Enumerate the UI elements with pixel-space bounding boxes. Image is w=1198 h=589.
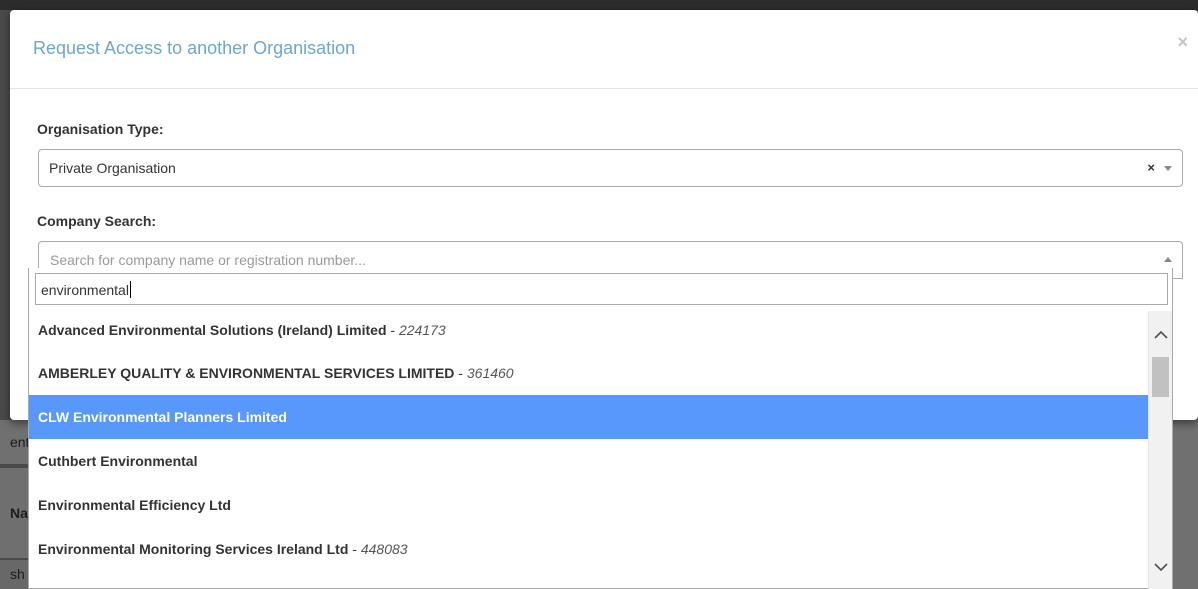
search-result-item[interactable]: Cuthbert Environmental: [29, 439, 1150, 483]
modal-title: Request Access to another Organisation: [33, 38, 356, 58]
search-result-item[interactable]: Environmental Efficiency Ltd: [29, 483, 1150, 527]
organisation-type-value: Private Organisation: [49, 160, 176, 176]
scroll-down-icon[interactable]: [1149, 559, 1172, 581]
text-cursor: [129, 281, 131, 298]
company-name: Environmental Efficiency Ltd: [38, 497, 231, 513]
company-search-placeholder: Search for company name or registration …: [50, 252, 366, 268]
company-search-label: Company Search:: [37, 213, 157, 229]
modal-header: Request Access to another Organisation ×: [10, 10, 1198, 89]
organisation-type-label: Organisation Type:: [37, 121, 164, 137]
result-separator: -: [454, 365, 467, 381]
search-result-item[interactable]: Environmental Monitoring Services Irelan…: [29, 527, 1150, 571]
company-name: Cuthbert Environmental: [38, 453, 198, 469]
background-top-bar: [0, 0, 1198, 10]
search-result-item[interactable]: CLW Environmental Planners Limited: [29, 395, 1150, 439]
result-separator: -: [386, 322, 399, 338]
registration-number: 361460: [466, 365, 514, 381]
clear-icon[interactable]: ×: [1147, 160, 1155, 175]
result-separator: -: [348, 541, 361, 557]
company-name: Environmental Monitoring Services Irelan…: [38, 541, 349, 557]
scrollbar-thumb[interactable]: [1152, 357, 1169, 397]
results-scrollbar[interactable]: [1148, 311, 1172, 589]
company-name: AMBERLEY QUALITY & ENVIRONMENTAL SERVICE…: [38, 365, 455, 381]
registration-number: 448083: [360, 541, 408, 557]
company-search-input[interactable]: environmental: [35, 273, 1168, 305]
chevron-up-icon[interactable]: [1164, 257, 1172, 262]
search-result-item[interactable]: Advanced Environmental Solutions (Irelan…: [29, 311, 1150, 351]
search-results-list: Advanced Environmental Solutions (Irelan…: [29, 311, 1150, 589]
company-search-dropdown: environmental Advanced Environmental Sol…: [28, 268, 1173, 589]
chevron-down-icon[interactable]: [1164, 166, 1172, 171]
search-result-item[interactable]: AMBERLEY QUALITY & ENVIRONMENTAL SERVICE…: [29, 351, 1150, 395]
search-query-text: environmental: [41, 282, 129, 298]
organisation-type-select[interactable]: Private Organisation ×: [38, 149, 1183, 187]
company-name: Advanced Environmental Solutions (Irelan…: [38, 322, 387, 338]
company-name: CLW Environmental Planners Limited: [38, 409, 287, 425]
scroll-up-icon[interactable]: [1149, 327, 1172, 349]
registration-number: 224173: [398, 322, 446, 338]
close-icon[interactable]: ×: [1177, 32, 1188, 53]
